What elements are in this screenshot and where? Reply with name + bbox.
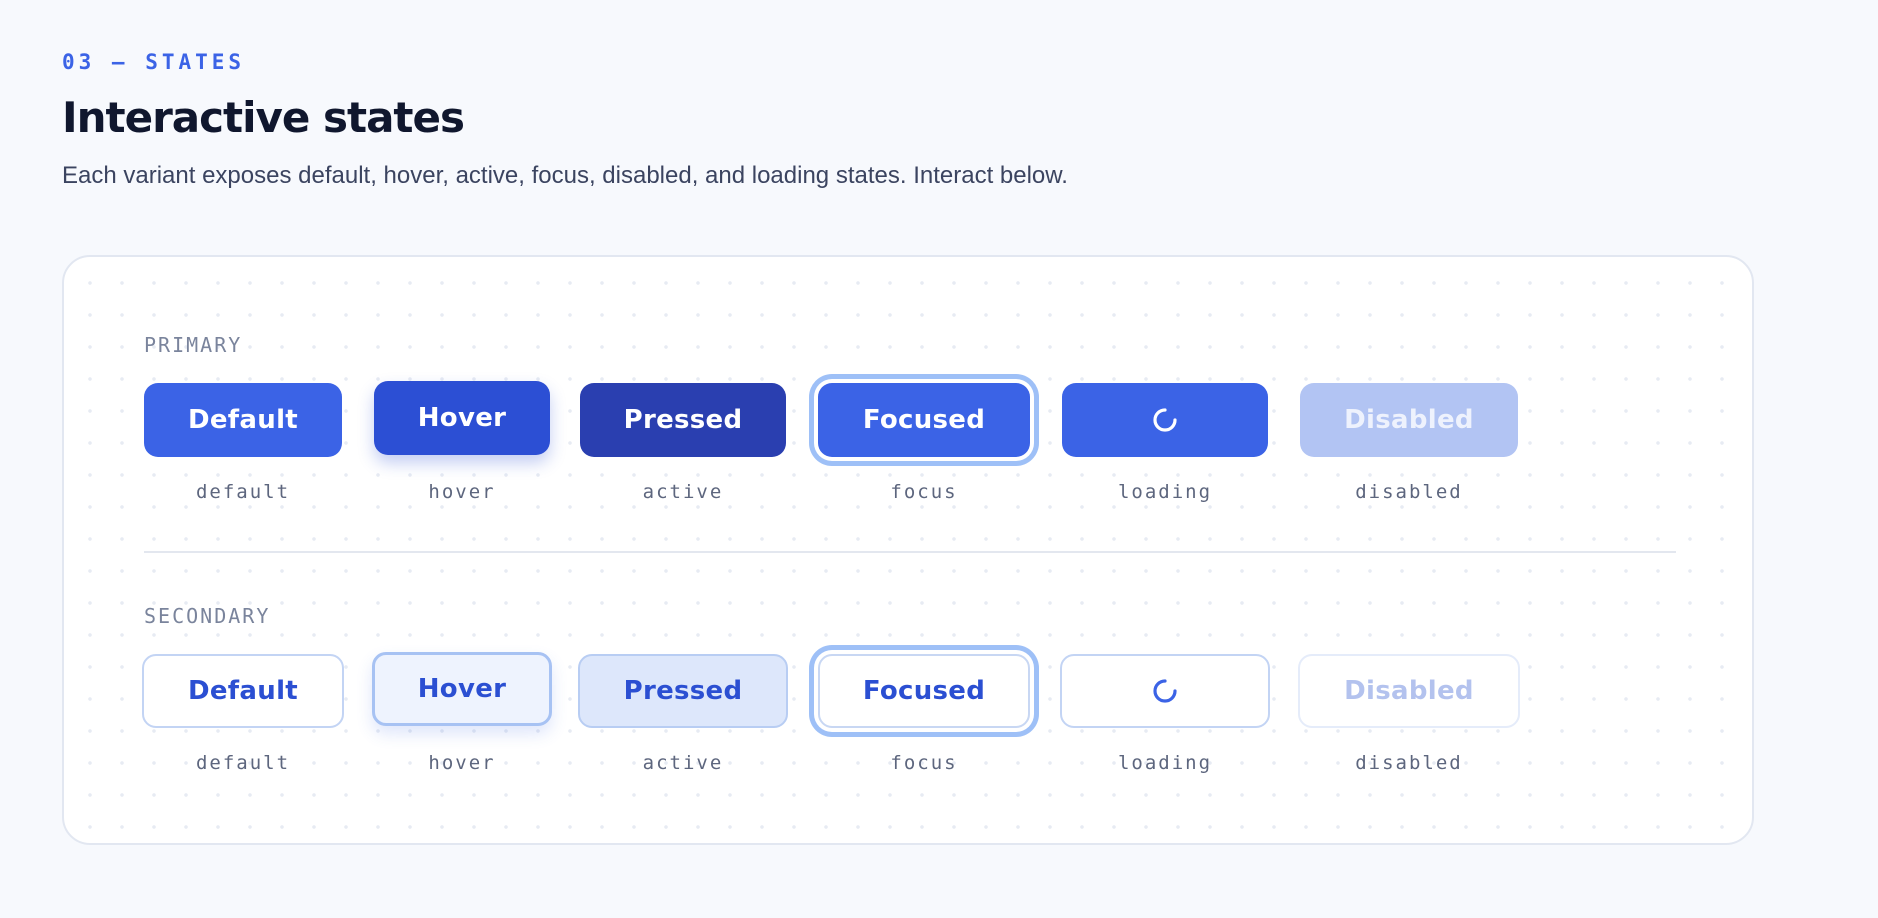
secondary-default-item: Default default — [142, 654, 344, 774]
secondary-group-label: SECONDARY — [144, 604, 271, 628]
spinner-icon — [1153, 679, 1177, 703]
page-title: Interactive states — [62, 93, 465, 142]
secondary-pressed-state-label: active — [642, 752, 724, 774]
primary-loading-button[interactable] — [1062, 383, 1268, 457]
primary-focused-item: Focused focus — [818, 383, 1030, 503]
primary-hover-state-label: hover — [428, 481, 496, 503]
secondary-focused-state-label: focus — [890, 752, 958, 774]
secondary-focused-button[interactable]: Focused — [818, 654, 1030, 728]
secondary-hover-button[interactable]: Hover — [372, 652, 552, 726]
secondary-loading-item: loading — [1060, 654, 1270, 774]
primary-loading-state-label: loading — [1117, 481, 1213, 503]
secondary-focused-item: Focused focus — [818, 654, 1030, 774]
secondary-loading-state-label: loading — [1117, 752, 1213, 774]
primary-pressed-button[interactable]: Pressed — [580, 383, 786, 457]
section-eyebrow: 03 — STATES — [62, 50, 246, 74]
primary-default-button[interactable]: Default — [144, 383, 342, 457]
primary-group-label: PRIMARY — [144, 333, 243, 357]
primary-focused-state-label: focus — [890, 481, 958, 503]
secondary-pressed-button[interactable]: Pressed — [578, 654, 788, 728]
spinner-icon — [1153, 408, 1177, 432]
group-divider — [144, 551, 1676, 553]
primary-disabled-state-label: disabled — [1355, 481, 1463, 503]
primary-hover-item: Hover hover — [374, 381, 550, 503]
primary-hover-button[interactable]: Hover — [374, 381, 550, 455]
primary-focused-button[interactable]: Focused — [818, 383, 1030, 457]
secondary-hover-item: Hover hover — [372, 652, 552, 774]
page-subtitle: Each variant exposes default, hover, act… — [62, 162, 1068, 189]
primary-default-item: Default default — [144, 383, 342, 503]
primary-pressed-state-label: active — [642, 481, 724, 503]
states-card: PRIMARY Default default Hover hover Pres… — [62, 255, 1754, 845]
primary-disabled-button[interactable]: Disabled — [1300, 383, 1518, 457]
primary-disabled-item: Disabled disabled — [1300, 383, 1518, 503]
secondary-default-state-label: default — [195, 752, 291, 774]
secondary-pressed-item: Pressed active — [578, 654, 788, 774]
primary-pressed-item: Pressed active — [580, 383, 786, 503]
primary-loading-item: loading — [1062, 383, 1268, 503]
secondary-disabled-state-label: disabled — [1355, 752, 1463, 774]
primary-default-state-label: default — [195, 481, 291, 503]
secondary-disabled-button[interactable]: Disabled — [1298, 654, 1520, 728]
secondary-loading-button[interactable] — [1060, 654, 1270, 728]
secondary-disabled-item: Disabled disabled — [1298, 654, 1520, 774]
secondary-hover-state-label: hover — [428, 752, 496, 774]
secondary-default-button[interactable]: Default — [142, 654, 344, 728]
